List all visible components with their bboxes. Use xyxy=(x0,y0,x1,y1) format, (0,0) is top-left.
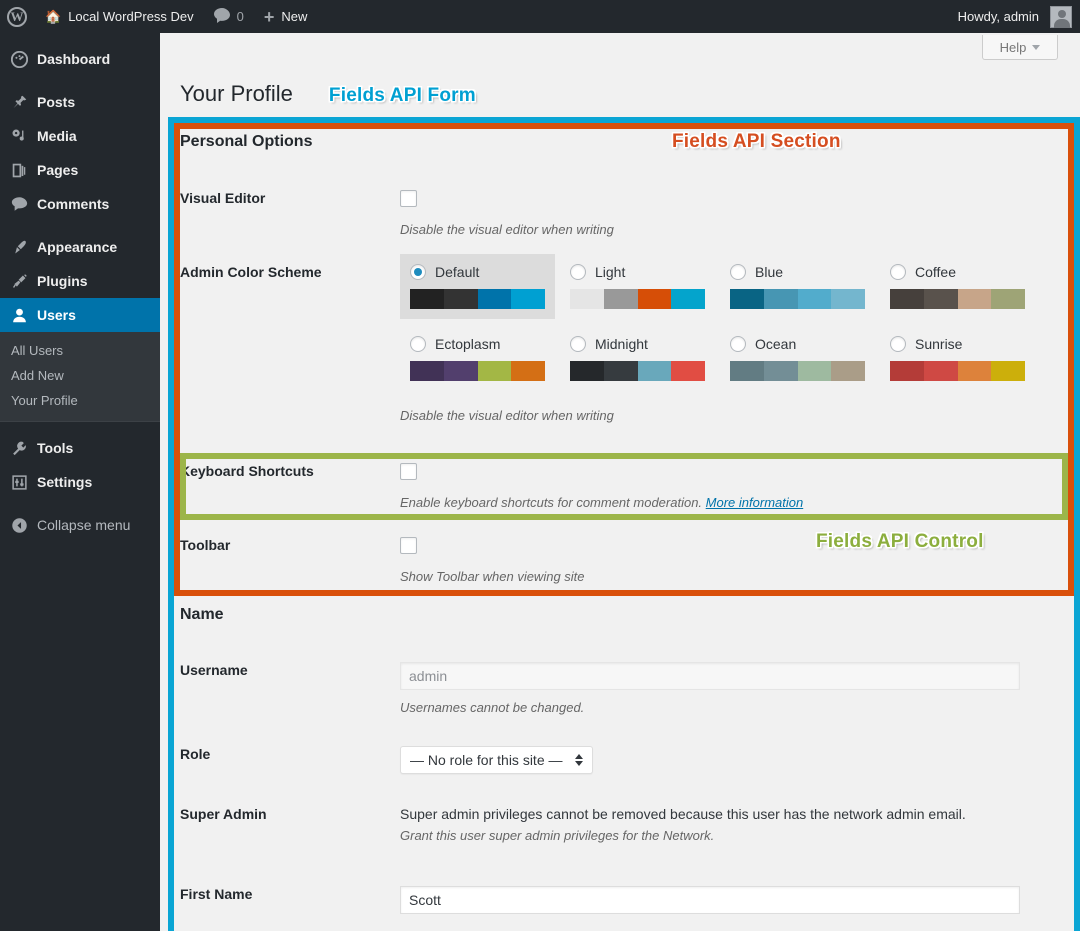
menu-gap-3 xyxy=(0,422,160,431)
admin-bar: W 🏠 Local WordPress Dev 0 + New Howdy, a… xyxy=(0,0,1080,33)
sidebar-item-your-profile[interactable]: Your Profile xyxy=(0,388,160,413)
users-submenu: All Users Add New Your Profile xyxy=(0,332,160,421)
sidebar-item-pages[interactable]: Pages xyxy=(0,153,160,187)
plus-icon: + xyxy=(263,6,275,27)
dashboard-icon xyxy=(11,50,37,68)
my-account-button[interactable]: Howdy, admin xyxy=(948,0,1080,33)
sidebar-item-label: Settings xyxy=(37,474,93,490)
comments-button[interactable]: 0 xyxy=(204,0,254,33)
comment-bubble-glyph xyxy=(213,8,230,23)
sidebar-item-label: Pages xyxy=(37,162,79,178)
sidebar-item-label: Posts xyxy=(37,94,76,110)
sidebar-item-settings[interactable]: Settings xyxy=(0,465,160,499)
menu-top-gap xyxy=(0,33,160,42)
sidebar-item-tools[interactable]: Tools xyxy=(0,431,160,465)
sidebar-item-label: Appearance xyxy=(37,239,118,255)
plug-icon xyxy=(11,273,37,290)
sidebar-item-plugins[interactable]: Plugins xyxy=(0,264,160,298)
wp-logo-button[interactable]: W xyxy=(0,0,35,33)
sidebar-item-all-users[interactable]: All Users xyxy=(0,338,160,363)
user-icon xyxy=(11,307,37,324)
sidebar-item-users[interactable]: Users xyxy=(0,298,168,332)
wrench-icon xyxy=(11,440,37,457)
page-title: Your Profile xyxy=(180,81,293,106)
comment-bubble-icon xyxy=(213,8,230,25)
main-content-area: Help Your Profile Fields API Form Person… xyxy=(160,33,1080,931)
collapse-arrow-icon xyxy=(11,517,37,534)
new-content-button[interactable]: + New xyxy=(254,0,318,33)
sidebar-item-label: Dashboard xyxy=(37,51,111,67)
collapse-menu-label: Collapse menu xyxy=(37,517,131,533)
site-name-button[interactable]: 🏠 Local WordPress Dev xyxy=(35,0,204,33)
chevron-down-icon xyxy=(1032,44,1041,50)
sidebar-item-posts[interactable]: Posts xyxy=(0,85,160,119)
wordpress-logo-icon: W xyxy=(7,6,27,27)
new-content-label: New xyxy=(281,9,308,24)
sidebar-item-label: Plugins xyxy=(37,273,88,289)
help-button[interactable]: Help xyxy=(982,35,1058,60)
comments-count: 0 xyxy=(236,9,244,24)
sidebar-item-label: Tools xyxy=(37,440,74,456)
paintbrush-icon xyxy=(11,239,37,256)
howdy-label: Howdy, admin xyxy=(957,9,1039,24)
sidebar-item-add-new[interactable]: Add New xyxy=(0,363,160,388)
annotation-fields-api-form: Fields API Form xyxy=(328,85,476,106)
admin-sidebar-menu: Dashboard Posts Media Pages Comments App… xyxy=(0,33,168,931)
sidebar-item-dashboard[interactable]: Dashboard xyxy=(0,42,160,76)
help-label: Help xyxy=(999,39,1027,55)
sidebar-item-appearance[interactable]: Appearance xyxy=(0,230,160,264)
sidebar-item-label: Users xyxy=(37,307,76,323)
annotation-box-control xyxy=(180,453,1068,520)
sidebar-item-label: Comments xyxy=(37,196,110,212)
pin-icon xyxy=(11,94,37,111)
home-icon: 🏠 xyxy=(45,9,62,24)
avatar xyxy=(1050,5,1072,28)
sliders-icon xyxy=(11,474,37,491)
sidebar-item-comments[interactable]: Comments xyxy=(0,187,160,221)
annotation-box-section xyxy=(174,123,1074,596)
sidebar-item-media[interactable]: Media xyxy=(0,119,160,153)
menu-gap-2 xyxy=(0,221,160,230)
menu-gap-1 xyxy=(0,76,160,85)
media-icon xyxy=(11,128,37,145)
pages-icon xyxy=(11,162,37,179)
site-name-label: Local WordPress Dev xyxy=(68,9,194,24)
page-header: Your Profile Fields API Form xyxy=(180,81,476,107)
collapse-menu-button[interactable]: Collapse menu xyxy=(0,508,160,542)
sidebar-item-label: Media xyxy=(37,128,77,144)
comment-bubble-icon xyxy=(11,196,37,212)
menu-gap-4 xyxy=(0,499,160,508)
